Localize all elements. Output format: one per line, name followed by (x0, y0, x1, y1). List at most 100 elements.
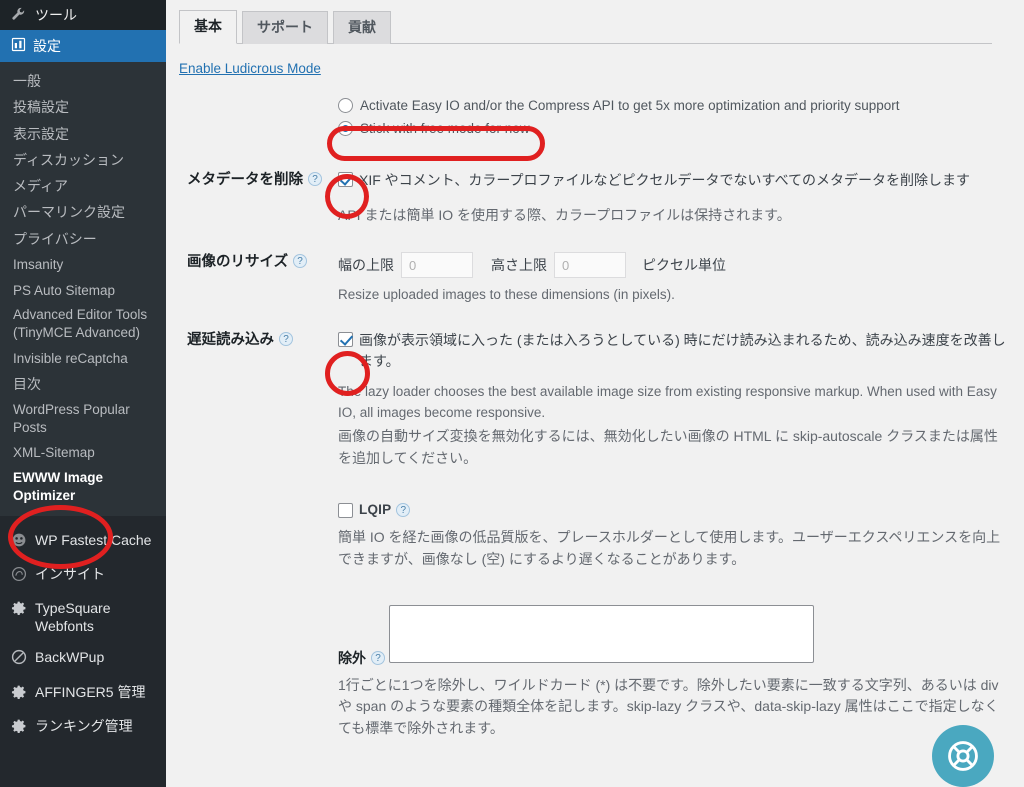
metadata-checkbox-line[interactable]: XIF やコメント、カラープロファイルなどピクセルデータでないすべてのメタデータ… (338, 170, 1006, 191)
metadata-label-text: メタデータを削除 (187, 171, 303, 188)
lazyload-row-label: 遅延読み込み? (179, 330, 324, 740)
sidebar-item-typesquare-webfonts-label: TypeSquare Webfonts (35, 600, 111, 634)
sidebar-submenu: 一般 投稿設定 表示設定 ディスカッション メディア パーマリンク設定 プライバ… (0, 62, 166, 516)
checkbox-lazy-load-label: 画像が表示領域に入った (または入ろうとしている) 時にだけ読み込まれるため、読… (359, 332, 1006, 370)
resize-label-text: 画像のリサイズ (187, 254, 289, 271)
sidebar-item-wp-fastest-cache[interactable]: WP Fastest Cache (0, 525, 166, 559)
sidebar-item-insight[interactable]: インサイト (0, 559, 166, 593)
help-icon-metadata[interactable]: ? (308, 171, 322, 186)
help-icon-resize[interactable]: ? (293, 254, 308, 269)
sidebar-subitem-permalinks[interactable]: パーマリンク設定 (0, 199, 166, 225)
tab-bar: 基本 サポート 貢献 (179, 0, 992, 44)
resize-row-label: 画像のリサイズ? (179, 252, 324, 306)
lazyload-checkbox-line[interactable]: 画像が表示領域に入った (または入ろうとしている) 時にだけ読み込まれるため、読… (338, 330, 1006, 372)
cheetah-icon (11, 532, 33, 552)
sidebar-divider (0, 515, 166, 525)
resize-width-input[interactable] (401, 252, 473, 279)
tab-contribute[interactable]: 貢献 (333, 11, 391, 44)
help-icon-lqip[interactable]: ? (396, 502, 411, 517)
sidebar-subitem-imsanity[interactable]: Imsanity (0, 252, 166, 278)
radio-activate-easyio[interactable] (338, 98, 353, 113)
settings-sliders-icon (11, 37, 33, 55)
resize-width-label: 幅の上限 (338, 257, 394, 274)
mode-row-label (179, 96, 324, 140)
exclusions-description: 1行ごとに1つを除外し、ワイルドカード (*) は不要です。除外したい要素に一致… (338, 676, 999, 737)
lqip-description: 簡単 IO を経た画像の低品質版を、プレースホルダーとして使用します。ユーザーエ… (338, 529, 1001, 568)
sidebar-item-insight-label: インサイト (35, 566, 105, 583)
sidebar-item-backwpup[interactable]: BackWPup (0, 642, 166, 676)
lazyload-description-en: The lazy loader chooses the best availab… (338, 384, 997, 421)
sidebar-subitem-privacy[interactable]: プライバシー (0, 226, 166, 252)
gear-icon (11, 684, 33, 704)
mode-option-free[interactable]: Stick with free mode for now (338, 119, 1006, 139)
gear-icon (11, 600, 33, 620)
lqip-line[interactable]: LQIP ? (338, 501, 1006, 519)
enable-ludicrous-mode-link[interactable]: Enable Ludicrous Mode (179, 61, 321, 76)
resize-height-label: 高さ上限 (491, 257, 547, 274)
sidebar-item-settings[interactable]: 設定 (0, 30, 166, 62)
resize-field: 幅の上限 高さ上限 ピクセル単位 Resize uploaded images … (324, 252, 1006, 306)
sidebar-item-typesquare-webfonts[interactable]: TypeSquare Webfonts (0, 593, 166, 642)
resize-description: Resize uploaded images to these dimensio… (338, 287, 675, 303)
sidebar-item-ranking[interactable]: ランキング管理 (0, 711, 166, 745)
sidebar-item-tools[interactable]: ツール (0, 0, 166, 30)
lazyload-field: 画像が表示領域に入った (または入ろうとしている) 時にだけ読み込まれるため、読… (324, 330, 1006, 740)
radio-activate-easyio-label: Activate Easy IO and/or the Compress API… (360, 98, 900, 113)
mode-row: Activate Easy IO and/or the Compress API… (179, 96, 1006, 140)
checkbox-remove-metadata[interactable] (338, 171, 353, 187)
sidebar-subitem-media[interactable]: メディア (0, 173, 166, 199)
resize-inputs: 幅の上限 高さ上限 ピクセル単位 (338, 252, 1006, 279)
lazyload-description-jp: 画像の自動サイズ変換を無効化するには、無効化したい画像の HTML に skip… (338, 427, 998, 466)
lazyload-label-text: 遅延読み込み (187, 332, 274, 349)
sidebar-subitem-ps-auto-sitemap[interactable]: PS Auto Sitemap (0, 278, 166, 304)
exclusions-textarea[interactable] (389, 604, 815, 663)
mode-option-activate[interactable]: Activate Easy IO and/or the Compress API… (338, 96, 1006, 116)
help-fab-button[interactable] (932, 725, 994, 787)
exclusions-group: 除外? 1行ごとに1つを除外し、ワイルドカード (*) は不要です。除外したい要… (338, 599, 1006, 740)
help-icon-lazyload[interactable]: ? (279, 332, 293, 347)
radio-free-mode-label: Stick with free mode for now (360, 121, 530, 137)
sidebar-subitem-writing[interactable]: 投稿設定 (0, 94, 166, 120)
sidebar-item-backwpup-label: BackWPup (35, 649, 105, 666)
tab-basic[interactable]: 基本 (179, 10, 237, 44)
sidebar-subitem-reading[interactable]: 表示設定 (0, 121, 166, 147)
mode-options: Activate Easy IO and/or the Compress API… (324, 96, 1006, 140)
backwpup-icon (11, 649, 33, 669)
lifebuoy-icon (948, 741, 978, 771)
sidebar-item-tools-label: ツール (35, 7, 77, 23)
tab-support[interactable]: サポート (242, 11, 328, 44)
sidebar-item-affinger5[interactable]: AFFINGER5 管理 (0, 677, 166, 711)
help-icon-exclusions[interactable]: ? (371, 650, 385, 665)
resize-unit-label: ピクセル単位 (642, 257, 726, 274)
metadata-field: XIF やコメント、カラープロファイルなどピクセルデータでないすべてのメタデータ… (324, 170, 1006, 227)
sidebar-subitem-ewww-image-optimizer[interactable]: EWWW Image Optimizer (0, 466, 166, 508)
sidebar-subitem-discussion[interactable]: ディスカッション (0, 147, 166, 173)
radio-free-mode[interactable] (338, 121, 353, 137)
checkbox-lqip[interactable] (338, 503, 353, 519)
sidebar-item-settings-label: 設定 (33, 38, 61, 54)
admin-sidebar: ツール 設定 一般 投稿設定 表示設定 ディスカッション メディア パーマリンク… (0, 0, 166, 787)
sidebar-item-ranking-label: ランキング管理 (35, 717, 133, 734)
resize-row: 画像のリサイズ? 幅の上限 高さ上限 ピクセル単位 Resize uploade… (179, 252, 1006, 306)
lazyload-row: 遅延読み込み? 画像が表示領域に入った (または入ろうとしている) 時にだけ読み… (179, 330, 1006, 740)
insight-icon (11, 566, 33, 586)
checkbox-lazy-load[interactable] (338, 332, 353, 348)
metadata-row: メタデータを削除? XIF やコメント、カラープロファイルなどピクセルデータでな… (179, 170, 1006, 227)
lqip-label: LQIP (359, 502, 392, 518)
sidebar-subitem-invisible-recaptcha[interactable]: Invisible reCaptcha (0, 346, 166, 372)
resize-height-input[interactable] (554, 252, 626, 279)
app-root: ツール 設定 一般 投稿設定 表示設定 ディスカッション メディア パーマリンク… (0, 0, 1024, 787)
metadata-description: API または簡単 IO を使用する際、カラープロファイルは保持されます。 (338, 206, 791, 223)
sidebar-subitem-advanced-editor-tools[interactable]: Advanced Editor Tools (TinyMCE Advanced) (0, 303, 166, 345)
sidebar-item-wp-fastest-cache-label: WP Fastest Cache (35, 531, 152, 548)
gear-icon (11, 718, 33, 738)
sidebar-subitem-general[interactable]: 一般 (0, 68, 166, 94)
sidebar-subitem-wordpress-popular-posts[interactable]: WordPress Popular Posts (0, 398, 166, 440)
sidebar-subitem-xml-sitemap[interactable]: XML-Sitemap (0, 440, 166, 466)
sidebar-item-affinger5-label: AFFINGER5 管理 (35, 683, 146, 700)
checkbox-remove-metadata-label: XIF やコメント、カラープロファイルなどピクセルデータでないすべてのメタデータ… (359, 171, 971, 188)
exclusions-label: 除外 (338, 649, 366, 666)
wrench-icon (11, 6, 33, 24)
sidebar-subitem-toc[interactable]: 目次 (0, 371, 166, 397)
main-content: 基本 サポート 貢献 Enable Ludicrous Mode Activat… (166, 0, 1024, 787)
